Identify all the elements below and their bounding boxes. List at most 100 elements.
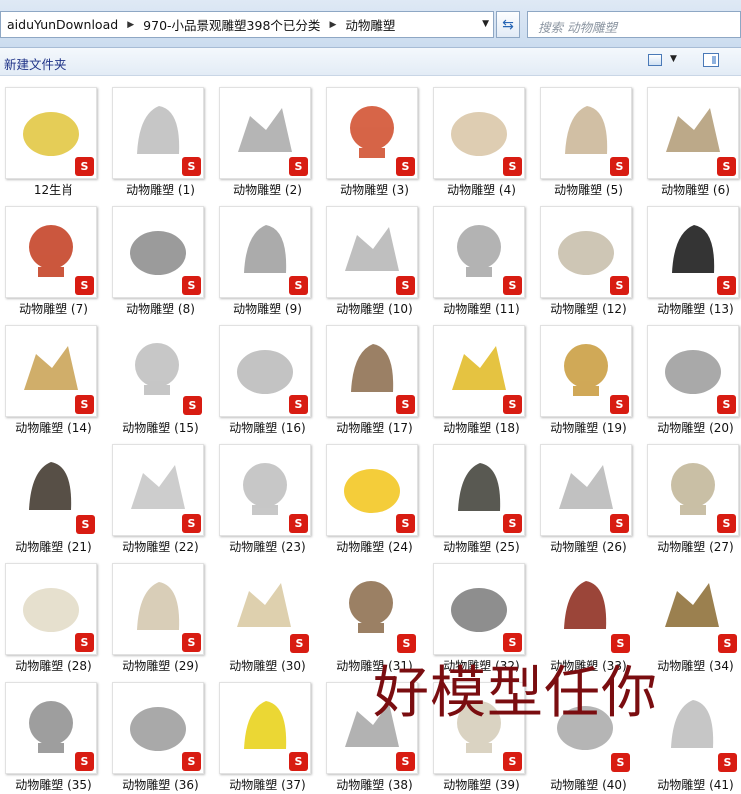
file-item[interactable]: S 动物雕塑 (34)	[642, 556, 741, 675]
file-thumbnail[interactable]: S	[219, 563, 311, 655]
file-item[interactable]: S 动物雕塑 (12)	[535, 199, 642, 318]
chevron-right-icon[interactable]: ▶	[326, 12, 339, 37]
breadcrumb-item[interactable]: 动物雕塑	[339, 15, 401, 34]
file-item[interactable]: S 动物雕塑 (27)	[642, 437, 741, 556]
file-item[interactable]: S 动物雕塑 (17)	[321, 318, 428, 437]
file-item[interactable]: S 动物雕塑 (10)	[321, 199, 428, 318]
file-item[interactable]: S 动物雕塑 (6)	[642, 80, 741, 199]
refresh-button[interactable]: ⇆	[496, 11, 520, 38]
breadcrumb-item[interactable]: aiduYunDownload	[1, 17, 124, 32]
file-item[interactable]: S 动物雕塑 (16)	[214, 318, 321, 437]
file-thumbnail[interactable]: S	[540, 682, 632, 774]
file-thumbnail[interactable]: S	[219, 87, 311, 179]
file-item[interactable]: S 动物雕塑 (20)	[642, 318, 741, 437]
file-item[interactable]: S 动物雕塑 (13)	[642, 199, 741, 318]
file-item[interactable]: S 动物雕塑 (39)	[428, 675, 535, 794]
file-item[interactable]: S 动物雕塑 (30)	[214, 556, 321, 675]
chevron-right-icon[interactable]: ▶	[124, 12, 137, 37]
sketchup-icon: S	[610, 395, 629, 414]
file-thumbnail[interactable]: S	[112, 206, 204, 298]
file-item[interactable]: S 动物雕塑 (31)	[321, 556, 428, 675]
file-thumbnail[interactable]: S	[326, 325, 418, 417]
file-thumbnail[interactable]: S	[647, 206, 739, 298]
file-item[interactable]: S 动物雕塑 (26)	[535, 437, 642, 556]
file-item[interactable]: S 动物雕塑 (35)	[0, 675, 107, 794]
file-thumbnail[interactable]: S	[219, 682, 311, 774]
breadcrumb-item[interactable]: 970-小品景观雕塑398个已分类	[137, 15, 326, 34]
file-item[interactable]: S 动物雕塑 (5)	[535, 80, 642, 199]
file-thumbnail[interactable]: S	[326, 682, 418, 774]
file-item[interactable]: S 动物雕塑 (8)	[107, 199, 214, 318]
file-item[interactable]: S 动物雕塑 (9)	[214, 199, 321, 318]
file-item[interactable]: S 动物雕塑 (38)	[321, 675, 428, 794]
file-item[interactable]: S 动物雕塑 (23)	[214, 437, 321, 556]
file-thumbnail[interactable]: S	[5, 444, 97, 536]
file-thumbnail[interactable]: S	[647, 444, 739, 536]
preview-pane-icon[interactable]	[703, 53, 719, 67]
file-item[interactable]: S 动物雕塑 (19)	[535, 318, 642, 437]
file-item[interactable]: S 动物雕塑 (37)	[214, 675, 321, 794]
file-name: 动物雕塑 (17)	[336, 421, 413, 435]
sculpture-preview	[29, 462, 72, 510]
file-thumbnail[interactable]: S	[5, 682, 97, 774]
file-item[interactable]: S 动物雕塑 (41)	[642, 675, 741, 794]
file-item[interactable]: S 动物雕塑 (32)	[428, 556, 535, 675]
file-thumbnail[interactable]: S	[5, 206, 97, 298]
file-thumbnail[interactable]: S	[112, 563, 204, 655]
file-thumbnail[interactable]: S	[433, 87, 525, 179]
file-thumbnail[interactable]: S	[326, 87, 418, 179]
change-view-icon[interactable]	[648, 54, 662, 66]
file-thumbnail[interactable]: S	[326, 563, 418, 655]
file-thumbnail[interactable]: S	[647, 563, 739, 655]
file-thumbnail[interactable]: S	[219, 206, 311, 298]
file-item[interactable]: S 动物雕塑 (7)	[0, 199, 107, 318]
file-item[interactable]: S 动物雕塑 (4)	[428, 80, 535, 199]
chevron-down-icon[interactable]: ▼	[670, 54, 677, 64]
file-item[interactable]: S 动物雕塑 (40)	[535, 675, 642, 794]
file-thumbnail[interactable]: S	[540, 87, 632, 179]
file-thumbnail[interactable]: S	[647, 682, 739, 774]
file-thumbnail[interactable]: S	[326, 206, 418, 298]
file-thumbnail[interactable]: S	[5, 563, 97, 655]
breadcrumb[interactable]: aiduYunDownload ▶ 970-小品景观雕塑398个已分类 ▶ 动物…	[0, 11, 494, 38]
file-thumbnail[interactable]: S	[433, 325, 525, 417]
file-item[interactable]: S 动物雕塑 (29)	[107, 556, 214, 675]
file-item[interactable]: S 动物雕塑 (28)	[0, 556, 107, 675]
file-thumbnail[interactable]: S	[540, 563, 632, 655]
file-item[interactable]: S 动物雕塑 (33)	[535, 556, 642, 675]
file-item[interactable]: S 动物雕塑 (18)	[428, 318, 535, 437]
file-item[interactable]: S 动物雕塑 (22)	[107, 437, 214, 556]
file-item[interactable]: S 动物雕塑 (24)	[321, 437, 428, 556]
file-thumbnail[interactable]: S	[112, 444, 204, 536]
file-thumbnail[interactable]: S	[112, 325, 204, 417]
new-folder-button[interactable]: 新建文件夹	[4, 54, 67, 73]
file-thumbnail[interactable]: S	[647, 87, 739, 179]
file-thumbnail[interactable]: S	[433, 206, 525, 298]
chevron-down-icon[interactable]: ▼	[482, 19, 489, 29]
file-item[interactable]: S 动物雕塑 (36)	[107, 675, 214, 794]
file-item[interactable]: S 动物雕塑 (14)	[0, 318, 107, 437]
file-thumbnail[interactable]: S	[219, 325, 311, 417]
file-item[interactable]: S 12生肖	[0, 80, 107, 199]
file-item[interactable]: S 动物雕塑 (3)	[321, 80, 428, 199]
file-thumbnail[interactable]: S	[540, 444, 632, 536]
file-thumbnail[interactable]: S	[219, 444, 311, 536]
file-thumbnail[interactable]: S	[5, 325, 97, 417]
search-input[interactable]: 搜索 动物雕塑	[527, 11, 741, 38]
file-thumbnail[interactable]: S	[433, 444, 525, 536]
file-thumbnail[interactable]: S	[433, 563, 525, 655]
file-thumbnail[interactable]: S	[433, 682, 525, 774]
file-item[interactable]: S 动物雕塑 (1)	[107, 80, 214, 199]
file-item[interactable]: S 动物雕塑 (11)	[428, 199, 535, 318]
file-thumbnail[interactable]: S	[112, 682, 204, 774]
file-item[interactable]: S 动物雕塑 (21)	[0, 437, 107, 556]
file-thumbnail[interactable]: S	[5, 87, 97, 179]
file-thumbnail[interactable]: S	[647, 325, 739, 417]
file-thumbnail[interactable]: S	[540, 206, 632, 298]
file-item[interactable]: S 动物雕塑 (2)	[214, 80, 321, 199]
file-item[interactable]: S 动物雕塑 (15)	[107, 318, 214, 437]
file-item[interactable]: S 动物雕塑 (25)	[428, 437, 535, 556]
file-thumbnail[interactable]: S	[326, 444, 418, 536]
file-thumbnail[interactable]: S	[540, 325, 632, 417]
file-thumbnail[interactable]: S	[112, 87, 204, 179]
